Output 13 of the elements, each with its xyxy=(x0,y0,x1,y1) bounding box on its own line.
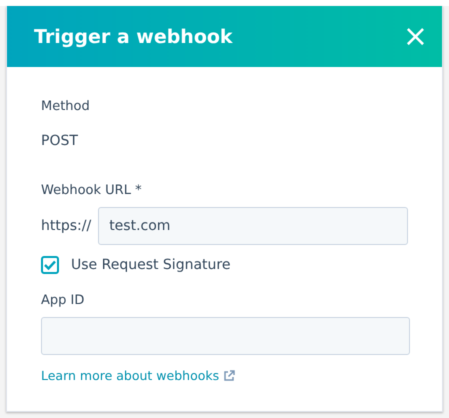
learn-more-link[interactable]: Learn more about webhooks xyxy=(41,368,236,383)
url-field[interactable]: test.com xyxy=(98,207,408,245)
field-label: App ID xyxy=(41,293,86,308)
close-button[interactable]: × xyxy=(402,22,428,52)
dialog-title: Trigger a webhook xyxy=(34,26,233,48)
checkbox-label: Use Request Signature xyxy=(71,257,230,273)
method-value: POST xyxy=(41,133,79,149)
external-link-icon xyxy=(223,370,236,382)
field-label: Method xyxy=(41,99,91,114)
app-id-field[interactable] xyxy=(41,317,410,355)
field-label: Webhook URL * xyxy=(41,183,143,198)
url-prefix: https:// xyxy=(41,218,92,234)
checkbox[interactable] xyxy=(41,256,59,274)
